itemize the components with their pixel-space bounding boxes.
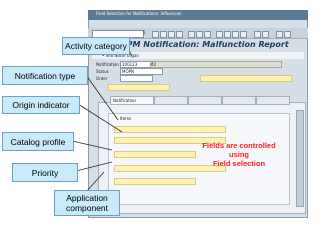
callout-priority: Priority xyxy=(12,163,78,182)
field-selection-note: Fields are controlled using Field select… xyxy=(202,141,276,168)
callout-activity-category: Activity category xyxy=(62,37,130,55)
callout-catalog-profile: Catalog profile xyxy=(2,132,74,151)
connector-catalog-profile xyxy=(71,140,113,151)
connector-origin-indicator xyxy=(77,103,123,133)
note-line-2: using xyxy=(229,150,249,159)
callout-application-component: Application component xyxy=(54,190,120,216)
connector-application-component xyxy=(85,171,105,193)
callout-origin-indicator: Origin indicator xyxy=(2,96,80,114)
note-line-1: Fields are controlled xyxy=(202,141,276,150)
callout-connectors xyxy=(71,47,133,193)
connector-priority xyxy=(75,161,113,172)
callout-notification-type: Notification type xyxy=(2,66,88,85)
note-line-3: Field selection xyxy=(212,159,266,168)
connector-notification-type xyxy=(85,74,119,121)
